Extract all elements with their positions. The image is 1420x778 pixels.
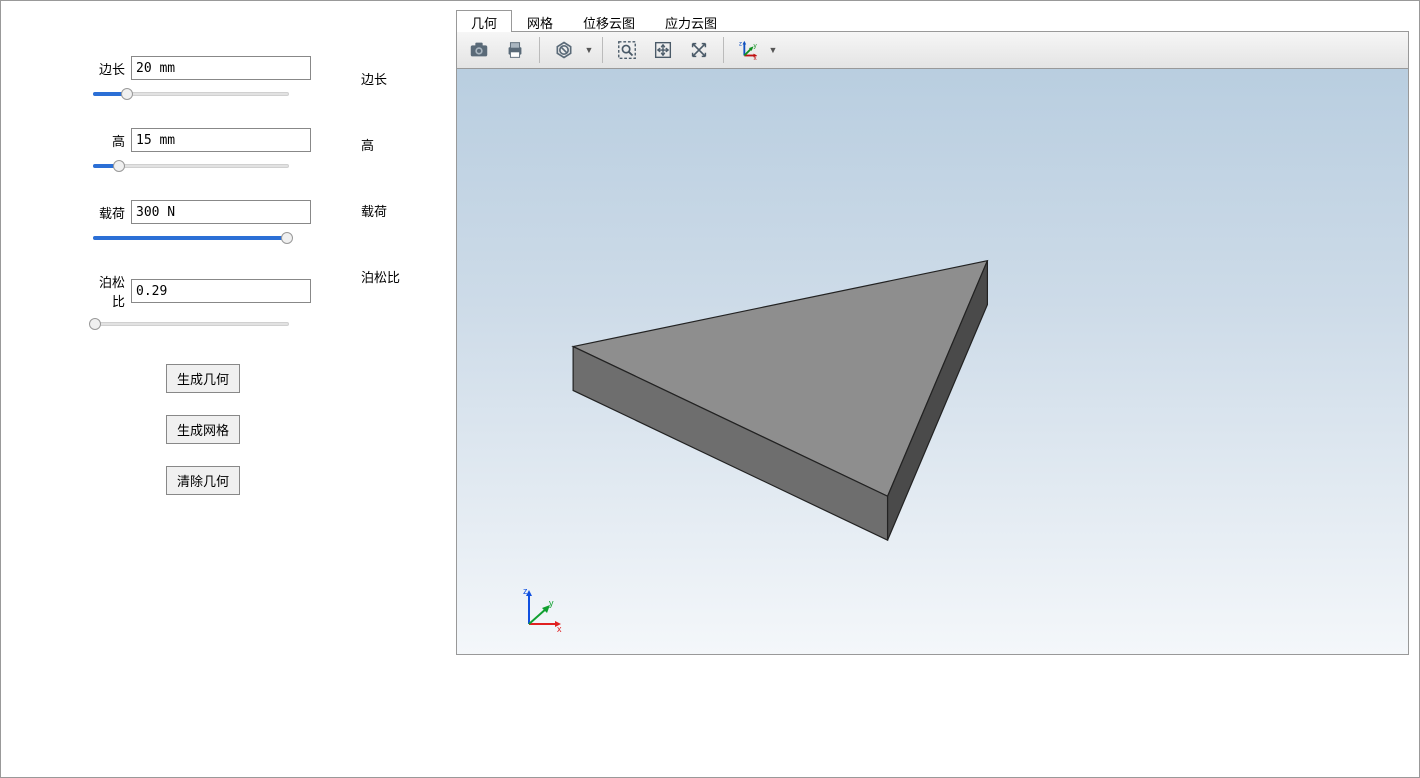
clear-geometry-button[interactable]: 清除几何 xyxy=(166,466,240,495)
param-label: 边长 xyxy=(91,59,131,78)
tab-displacement[interactable]: 位移云图 xyxy=(568,10,650,32)
svg-text:x: x xyxy=(557,624,562,634)
param-row-sidelength: 边长 xyxy=(91,56,406,80)
generate-geometry-button[interactable]: 生成几何 xyxy=(166,364,240,393)
rotate-icon[interactable] xyxy=(683,34,715,66)
sidelength-input[interactable] xyxy=(131,56,311,80)
param-label: 载荷 xyxy=(91,203,131,222)
svg-text:x: x xyxy=(754,55,758,61)
height-input[interactable] xyxy=(131,128,311,152)
camera-icon[interactable] xyxy=(463,34,495,66)
sidebar: 边长 边长 高 高 载荷 载荷 xyxy=(1,1,456,777)
right-label-height: 高 xyxy=(361,135,374,154)
load-input[interactable] xyxy=(131,200,311,224)
hexagon-icon[interactable] xyxy=(548,34,580,66)
poisson-input[interactable] xyxy=(131,279,311,303)
axis-triad: z y x xyxy=(517,584,567,634)
param-row-poisson: 泊松比 xyxy=(91,272,406,310)
generate-mesh-button[interactable]: 生成网格 xyxy=(166,415,240,444)
tab-geometry[interactable]: 几何 xyxy=(456,10,512,32)
tab-stress[interactable]: 应力云图 xyxy=(650,10,732,32)
print-icon[interactable] xyxy=(499,34,531,66)
toolbar: ▼ z y x ▼ xyxy=(456,31,1409,69)
hexagon-dropdown[interactable]: ▼ xyxy=(584,45,594,55)
sidelength-slider[interactable] xyxy=(91,86,291,104)
right-label-load: 载荷 xyxy=(361,201,387,220)
svg-text:z: z xyxy=(739,40,742,47)
svg-text:z: z xyxy=(523,586,528,596)
right-label-sidelength: 边长 xyxy=(361,69,387,88)
tab-bar: 几何 网格 位移云图 应力云图 xyxy=(456,9,1409,31)
poisson-slider[interactable] xyxy=(91,316,291,334)
fit-icon[interactable] xyxy=(647,34,679,66)
height-slider[interactable] xyxy=(91,158,291,176)
axes-dropdown[interactable]: ▼ xyxy=(768,45,778,55)
zoom-box-icon[interactable] xyxy=(611,34,643,66)
right-label-poisson: 泊松比 xyxy=(361,267,400,286)
geometry-shape xyxy=(457,69,1408,654)
svg-text:y: y xyxy=(754,42,758,49)
param-label: 高 xyxy=(91,131,131,150)
viewport-3d[interactable]: z y x xyxy=(456,69,1409,655)
axes-icon[interactable]: z y x xyxy=(732,34,764,66)
svg-text:y: y xyxy=(549,598,554,608)
viewport-area: 几何 网格 位移云图 应力云图 ▼ xyxy=(456,1,1419,777)
param-row-height: 高 xyxy=(91,128,406,152)
load-slider[interactable] xyxy=(91,230,291,248)
param-row-load: 载荷 xyxy=(91,200,406,224)
tab-mesh[interactable]: 网格 xyxy=(512,10,568,32)
param-label: 泊松比 xyxy=(91,272,131,310)
